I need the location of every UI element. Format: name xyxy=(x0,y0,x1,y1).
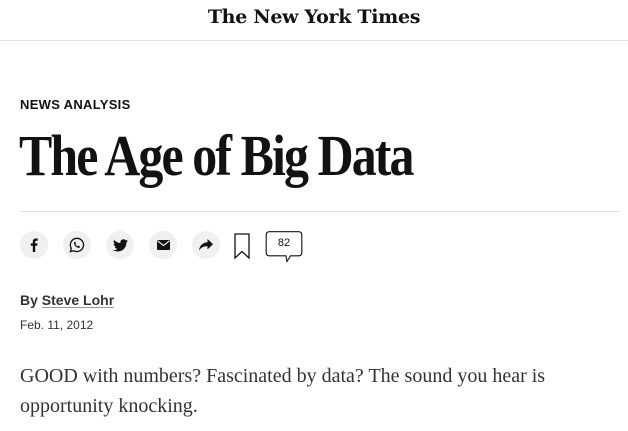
share-more-button[interactable] xyxy=(192,231,220,259)
comments-button[interactable]: 82 xyxy=(265,231,303,263)
article-body-paragraph: GOOD with numbers? Fascinated by data? T… xyxy=(20,365,546,417)
email-icon xyxy=(156,240,170,250)
article-kicker: NEWS ANALYSIS xyxy=(20,97,131,112)
author-link[interactable]: Steve Lohr xyxy=(42,292,114,308)
publish-date: Feb. 11, 2012 xyxy=(20,318,94,332)
article-headline: The Age of Big Data xyxy=(19,123,414,188)
facebook-icon xyxy=(30,238,38,252)
byline-prefix: By xyxy=(20,292,38,308)
bookmark-icon xyxy=(234,233,250,260)
masthead: The New York Times xyxy=(0,0,628,41)
save-article-button[interactable] xyxy=(233,232,251,260)
twitter-icon xyxy=(112,238,128,251)
share-whatsapp-button[interactable] xyxy=(63,231,91,259)
byline: By Steve Lohr xyxy=(20,292,114,308)
headline-divider xyxy=(20,211,620,212)
share-twitter-button[interactable] xyxy=(106,231,134,259)
share-facebook-button[interactable] xyxy=(20,231,48,259)
share-arrow-icon xyxy=(199,239,213,251)
nyt-logo[interactable]: The New York Times xyxy=(0,6,628,28)
comment-count: 82 xyxy=(277,237,291,249)
whatsapp-icon xyxy=(69,237,85,253)
share-email-button[interactable] xyxy=(149,231,177,259)
share-toolbar: 82 xyxy=(20,231,320,263)
